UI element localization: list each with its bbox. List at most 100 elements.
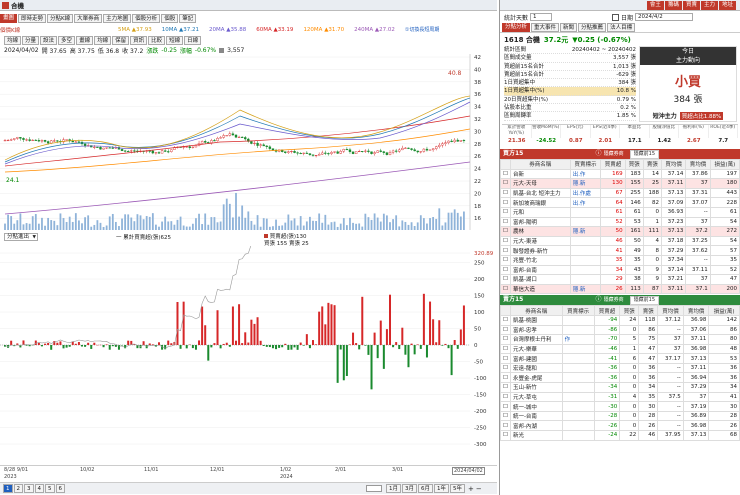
col-header[interactable]: 券商名稱	[509, 159, 571, 170]
tool-info[interactable]: 資訊	[130, 36, 148, 45]
page-6[interactable]: 6	[55, 484, 65, 493]
table-row[interactable]: ☐ 富邦-建國 -41 6 47 37.17 37.13 53	[500, 353, 740, 364]
calendar-icon[interactable]	[612, 13, 620, 21]
col-header[interactable]: 賣均價	[682, 305, 710, 316]
row-checkbox[interactable]: ☐	[500, 401, 511, 412]
table-row[interactable]: ☐ 聯發證券-新竹 41 49 8 37.29 37.62 57	[500, 245, 740, 256]
col-header[interactable]: 買賣超	[593, 305, 621, 316]
sub-indicator-dropdown[interactable]: 分點進出 ▼	[4, 232, 39, 241]
table-row[interactable]: ☐ 元大-東港 46 50 4 37.18 37.25 54	[500, 235, 740, 247]
table-row[interactable]: ☐ 凱基-湖口 29 38 9 37.21 37 47	[500, 274, 740, 285]
tab-big-broker[interactable]: 大單券商	[74, 13, 103, 23]
table-row[interactable]: ☐ 新光 -24 22 46 37.95 37.13 68	[500, 430, 740, 441]
tool-vol[interactable]: 分量	[22, 36, 40, 45]
row-checkbox[interactable]: ☐	[500, 216, 511, 228]
row-checkbox[interactable]: ☐	[500, 178, 511, 189]
table-row[interactable]: ☐ 凱基-桃園 -94 24 118 37.12 36.98 142	[500, 314, 740, 326]
row-checkbox[interactable]: ☐	[500, 391, 511, 403]
tool-ma[interactable]: 均線	[4, 36, 22, 45]
col-header[interactable]: 買均價	[660, 159, 687, 170]
table-row[interactable]: ☐ 元大-樂華 -46 1 47 37 36.98 48	[500, 343, 740, 355]
broker-flow-chart[interactable]: 320.89 250 200 150 100 50 0 -50 -100 -150 -200 -250…	[0, 246, 497, 464]
col-header[interactable]: 買張	[624, 159, 644, 170]
subtab-event[interactable]: 重大事件	[531, 23, 560, 32]
rtab-2[interactable]: 買賣	[682, 0, 700, 10]
table-row[interactable]: ☐ 新加坡商瑞銀 出.作 64 146 82 37.09 37.07 228	[500, 197, 740, 208]
zoom-out-icon[interactable]: −	[476, 485, 482, 493]
row-checkbox[interactable]: ☐	[500, 410, 511, 422]
page-5[interactable]: 5	[45, 484, 55, 493]
table-row[interactable]: ☐ 農林 隱.新 50 161 111 37.13 37.2 272	[500, 226, 740, 237]
table-row[interactable]: ☐ 凱基-台北 短沖主力 出.作處 67 255 188 37.13 37.31 443	[500, 187, 740, 199]
period-6m[interactable]: 6月	[418, 484, 433, 493]
page-4[interactable]: 4	[34, 484, 44, 493]
row-checkbox[interactable]: ☐	[500, 372, 511, 384]
col-header[interactable]: 賣張	[638, 305, 659, 316]
row-checkbox[interactable]: ☐	[500, 314, 511, 326]
tab-chart[interactable]: 畫圖	[0, 13, 18, 23]
table-row[interactable]: ☐ 統一-台南 -28 0 28 -- 36.89 28	[500, 410, 740, 422]
row-checkbox[interactable]: ☐	[500, 245, 511, 256]
zoom-in-icon[interactable]: +	[468, 485, 474, 493]
period-3m[interactable]: 3月	[402, 484, 417, 493]
table-row[interactable]: ☐ 富邦-陽明 52 53 1 37.23 37 54	[500, 216, 740, 228]
table-row[interactable]: ☐ 台灣摩根士丹利作 -70 5 75 37 37.11 80	[500, 334, 740, 345]
col-header[interactable]: 損益(萬)	[708, 305, 740, 316]
period-1y[interactable]: 1年	[434, 484, 449, 493]
col-header[interactable]: 買賣標示	[561, 305, 595, 316]
col-header[interactable]: 損益(萬)	[709, 159, 740, 170]
period-switch-note[interactable]: ①切換長短周期	[405, 26, 439, 33]
rtab-3[interactable]: 主力	[700, 0, 718, 10]
row-checkbox[interactable]: ☐	[500, 334, 511, 345]
filter-icon[interactable]: ⓘ	[595, 150, 601, 157]
row-checkbox[interactable]: ☐	[500, 206, 511, 218]
tool-compare[interactable]: 比較	[148, 36, 166, 45]
scroll-slider[interactable]	[366, 485, 382, 492]
tool-daily[interactable]: 日線	[184, 36, 202, 45]
tab-stock-analysis[interactable]: 個股分析	[132, 13, 161, 23]
col-header[interactable]: 買賣標示	[569, 159, 602, 170]
row-checkbox[interactable]: ☐	[500, 343, 511, 355]
table-row[interactable]: ☐ 元大-天母 隱.新 130 155 25 37.11 37 180	[500, 178, 740, 189]
row-checkbox[interactable]: ☐	[500, 430, 511, 441]
price-chart[interactable]: 40.8 24.1 42 40 38 36 34 32 30 28 26 24 22 20 18 16	[0, 54, 497, 230]
tool-keep[interactable]: 保留	[112, 36, 130, 45]
rtab-4[interactable]: 地址	[718, 0, 736, 10]
table-row[interactable]: ☐ 富邦-忠孝 -86 0 86 -- 37.06 86	[500, 324, 740, 336]
row-checkbox[interactable]: ☐	[500, 197, 511, 208]
table-row[interactable]: ☐ 元大-草屯 -31 4 35 37.5 37 41	[500, 391, 740, 403]
tool-longshort[interactable]: 多空	[58, 36, 76, 45]
rtab-1[interactable]: 籌碼	[664, 0, 682, 10]
filter-icon-sell[interactable]: ⓘ	[595, 296, 601, 303]
tab-realtime[interactable]: 即時走勢	[18, 13, 47, 23]
col-header[interactable]: 買賣超	[600, 159, 626, 170]
subtab-recommend[interactable]: 分點推薦	[578, 23, 607, 32]
period-5y[interactable]: 5年	[450, 484, 465, 493]
filter-dropdown-buy[interactable]: 隱藏前15	[629, 150, 660, 159]
row-checkbox[interactable]: ☐	[500, 264, 511, 276]
page-3[interactable]: 3	[24, 484, 34, 493]
table-row[interactable]: ☐ 華信大造 隱.新 26 113 87 37.11 37.1 200	[500, 283, 740, 295]
table-row[interactable]: ☐ 富邦-台南 34 43 9 37.14 37.11 52	[500, 264, 740, 276]
table-row[interactable]: ☐ 玉山-新竹 -34 0 34 -- 37.29 34	[500, 382, 740, 393]
date-input[interactable]: 2024/4/2	[635, 13, 694, 21]
col-header[interactable]: 賣均價	[685, 159, 711, 170]
subtab-target[interactable]: 法人目標	[607, 23, 636, 32]
row-checkbox[interactable]: ☐	[500, 362, 511, 374]
row-checkbox[interactable]: ☐	[500, 420, 511, 432]
tab-main-map[interactable]: 主力地圖	[103, 13, 132, 23]
row-checkbox[interactable]: ☐	[500, 283, 511, 295]
tab-branch-k[interactable]: 分點K線	[47, 13, 74, 23]
page-1[interactable]: 1	[3, 484, 13, 493]
table-row[interactable]: ☐ 統一-城中 -30 0 30 -- 37.19 30	[500, 401, 740, 412]
tab-stock[interactable]: 個股	[161, 13, 179, 23]
table-row[interactable]: ☐ 永豐金-虎尾 -36 0 36 -- 36.94 36	[500, 372, 740, 384]
subtab-branch[interactable]: 分點分析	[502, 23, 531, 32]
table-row[interactable]: ☐ 台新 出.作 169 183 14 37.14 37.86 197	[500, 168, 740, 180]
row-checkbox[interactable]: ☐	[500, 168, 511, 180]
rtab-0[interactable]: 會王	[646, 0, 664, 10]
col-header[interactable]: 賣張	[642, 159, 662, 170]
row-checkbox[interactable]: ☐	[500, 382, 511, 393]
subtab-news[interactable]: 新聞	[560, 23, 578, 32]
filter-dropdown-sell[interactable]: 隱藏前15	[629, 296, 660, 306]
